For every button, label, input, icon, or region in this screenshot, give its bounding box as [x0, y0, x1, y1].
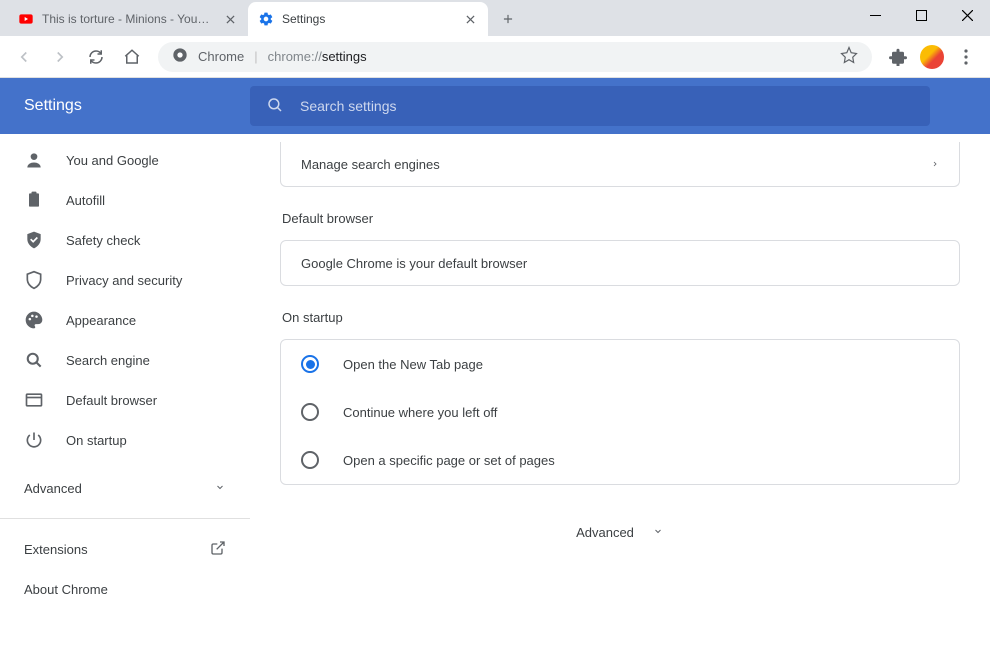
sidebar-item-default-browser[interactable]: Default browser: [0, 380, 250, 420]
default-browser-card: Google Chrome is your default browser: [280, 240, 960, 286]
palette-icon: [24, 310, 44, 330]
startup-option-new-tab[interactable]: Open the New Tab page: [281, 340, 959, 388]
settings-icon: [258, 11, 274, 27]
star-icon[interactable]: [840, 46, 858, 67]
sidebar-item-you-and-google[interactable]: You and Google: [0, 140, 250, 180]
sidebar-about-chrome[interactable]: About Chrome: [24, 569, 226, 609]
on-startup-card: Open the New Tab page Continue where you…: [280, 339, 960, 485]
browser-tab-settings[interactable]: Settings: [248, 2, 488, 36]
home-button[interactable]: [116, 41, 148, 73]
minimize-button[interactable]: [852, 0, 898, 30]
settings-page: Settings You and Google Autofill Safety …: [0, 78, 990, 645]
chevron-right-icon: [931, 157, 939, 172]
profile-avatar[interactable]: [920, 45, 944, 69]
sidebar-extensions[interactable]: Extensions: [24, 529, 226, 569]
sidebar-item-privacy[interactable]: Privacy and security: [0, 260, 250, 300]
reload-button[interactable]: [80, 41, 112, 73]
startup-option-specific-pages[interactable]: Open a specific page or set of pages: [281, 436, 959, 484]
user-icon: [24, 150, 44, 170]
close-tab-icon[interactable]: [222, 11, 238, 27]
tab-title: This is torture - Minions - YouTube: [42, 12, 214, 26]
settings-search[interactable]: [250, 86, 930, 126]
on-startup-section-title: On startup: [282, 310, 960, 325]
youtube-icon: [18, 11, 34, 27]
chevron-down-icon: [652, 525, 664, 540]
sidebar-item-search-engine[interactable]: Search engine: [0, 340, 250, 380]
omnibox-url: chrome://settings: [268, 49, 367, 64]
sidebar-item-safety-check[interactable]: Safety check: [0, 220, 250, 260]
sidebar-item-on-startup[interactable]: On startup: [0, 420, 250, 460]
extensions-button[interactable]: [882, 41, 914, 73]
external-link-icon: [210, 540, 226, 559]
window-controls: [852, 0, 990, 30]
menu-button[interactable]: [950, 41, 982, 73]
chrome-icon: [172, 47, 188, 66]
default-browser-section-title: Default browser: [282, 211, 960, 226]
search-icon: [24, 350, 44, 370]
power-icon: [24, 430, 44, 450]
window-titlebar: This is torture - Minions - YouTube Sett…: [0, 0, 990, 36]
address-bar[interactable]: Chrome | chrome://settings: [158, 42, 872, 72]
page-title: Settings: [0, 97, 250, 115]
shield-icon: [24, 270, 44, 290]
browser-tab-youtube[interactable]: This is torture - Minions - YouTube: [8, 2, 248, 36]
settings-search-input[interactable]: [300, 98, 914, 114]
shield-check-icon: [24, 230, 44, 250]
close-tab-icon[interactable]: [462, 11, 478, 27]
maximize-button[interactable]: [898, 0, 944, 30]
new-tab-button[interactable]: [494, 5, 522, 33]
omnibox-label: Chrome: [198, 49, 244, 64]
tab-title: Settings: [282, 12, 454, 26]
sidebar-item-appearance[interactable]: Appearance: [0, 300, 250, 340]
advanced-footer-toggle[interactable]: Advanced: [280, 525, 960, 540]
chevron-down-icon: [214, 481, 226, 496]
search-icon: [266, 96, 284, 117]
startup-option-continue[interactable]: Continue where you left off: [281, 388, 959, 436]
sidebar-advanced-toggle[interactable]: Advanced: [0, 468, 250, 508]
back-button[interactable]: [8, 41, 40, 73]
radio-icon: [301, 403, 319, 421]
sidebar-item-autofill[interactable]: Autofill: [0, 180, 250, 220]
settings-sidebar: You and Google Autofill Safety check Pri…: [0, 78, 250, 645]
clipboard-icon: [24, 190, 44, 210]
radio-icon: [301, 355, 319, 373]
manage-search-engines-row[interactable]: Manage search engines: [280, 142, 960, 187]
browser-icon: [24, 390, 44, 410]
settings-header: Settings: [0, 78, 990, 134]
close-window-button[interactable]: [944, 0, 990, 30]
content-scroll[interactable]: Manage search engines Default browser Go…: [250, 78, 990, 645]
browser-tabs: This is torture - Minions - YouTube Sett…: [0, 2, 522, 36]
forward-button[interactable]: [44, 41, 76, 73]
radio-icon: [301, 451, 319, 469]
browser-toolbar: Chrome | chrome://settings: [0, 36, 990, 78]
